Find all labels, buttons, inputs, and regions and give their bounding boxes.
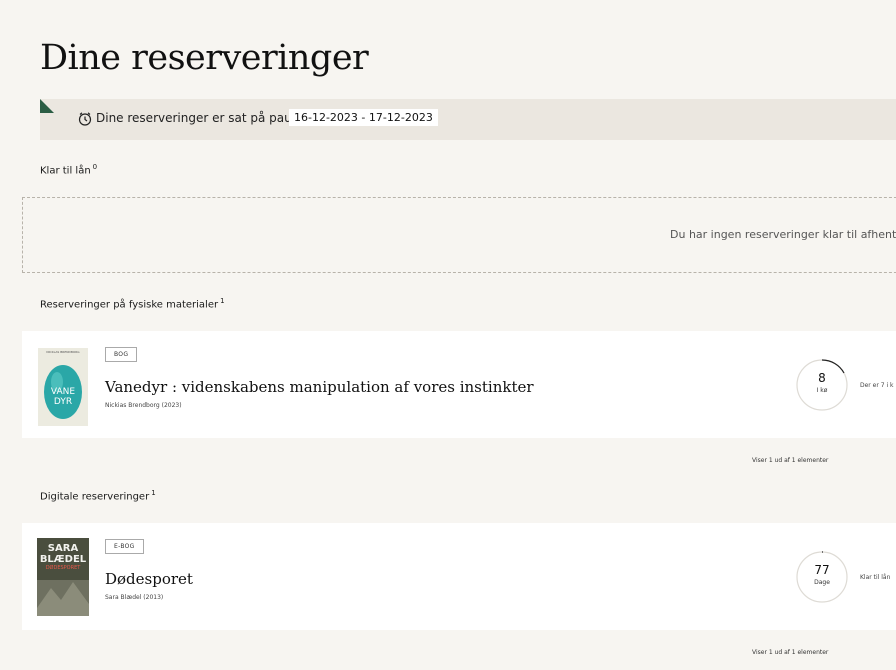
queue-counter: 8 I kø	[795, 358, 849, 412]
pause-text: Dine reserveringer er sat på pause	[96, 111, 306, 125]
cover-author: NICKLAS BRENDBORG	[46, 350, 80, 354]
counter-ring	[796, 359, 848, 411]
status-text: Der er 7 i k	[860, 382, 894, 389]
empty-state-box: Du har ingen reserveringer klar til afhe…	[22, 197, 896, 273]
section-title-ready: Klar til lån 0	[40, 163, 97, 176]
item-meta: Sara Blædel (2013)	[105, 594, 164, 601]
counter-value: 77	[814, 563, 830, 577]
page-title: Dine reserveringer	[40, 38, 369, 78]
pagination-text: Viser 1 ud af 1 elementer	[752, 649, 829, 656]
material-tag: E-BOG	[105, 539, 144, 554]
cover-title: DØDESPORET	[46, 564, 82, 571]
book-cover[interactable]: SARA BLÆDEL DØDESPORET	[37, 538, 89, 616]
clock-pause-icon	[78, 112, 92, 126]
section-title-physical: Reserveringer på fysiske materialer 1	[40, 297, 225, 310]
section-title-text: Klar til lån	[40, 165, 91, 177]
book-cover[interactable]: NICKLAS BRENDBORG VANE DYR	[38, 348, 88, 426]
reservation-card[interactable]: NICKLAS BRENDBORG VANE DYR BOG Vanedyr :…	[22, 331, 896, 438]
corner-marker	[40, 99, 54, 113]
pause-dates: 16-12-2023 - 17-12-2023	[289, 109, 438, 126]
section-title-digital: Digitale reserveringer 1	[40, 489, 156, 502]
reservation-card[interactable]: SARA BLÆDEL DØDESPORET E-BOG Dødesporet …	[22, 523, 896, 630]
days-counter: 77 Dage	[795, 550, 849, 604]
counter-ring	[796, 551, 848, 603]
counter-label: Dage	[814, 579, 830, 586]
cover-author-first: SARA	[48, 543, 79, 554]
empty-state-text: Du har ingen reserveringer klar til afhe…	[670, 228, 896, 241]
section-count: 1	[151, 489, 156, 497]
item-title[interactable]: Vanedyr : videnskabens manipulation af v…	[105, 378, 534, 396]
pause-banner: Dine reserveringer er sat på pause 16-12…	[40, 99, 896, 140]
cover-title-line2: DYR	[54, 397, 72, 407]
material-tag: BOG	[105, 347, 138, 362]
counter-value: 8	[818, 371, 826, 385]
pagination-text: Viser 1 ud af 1 elementer	[752, 457, 829, 464]
cover-author-last: BLÆDEL	[40, 554, 87, 565]
section-title-text: Digitale reserveringer	[40, 491, 150, 503]
status-text: Klar til lån	[860, 574, 891, 581]
section-count: 1	[220, 297, 225, 305]
counter-label: I kø	[816, 387, 828, 394]
section-title-text: Reserveringer på fysiske materialer	[40, 299, 219, 311]
item-title[interactable]: Dødesporet	[105, 570, 193, 588]
item-meta: Nickias Brendborg (2023)	[105, 402, 182, 409]
cover-title-line1: VANE	[51, 387, 75, 397]
section-count: 0	[92, 163, 98, 171]
